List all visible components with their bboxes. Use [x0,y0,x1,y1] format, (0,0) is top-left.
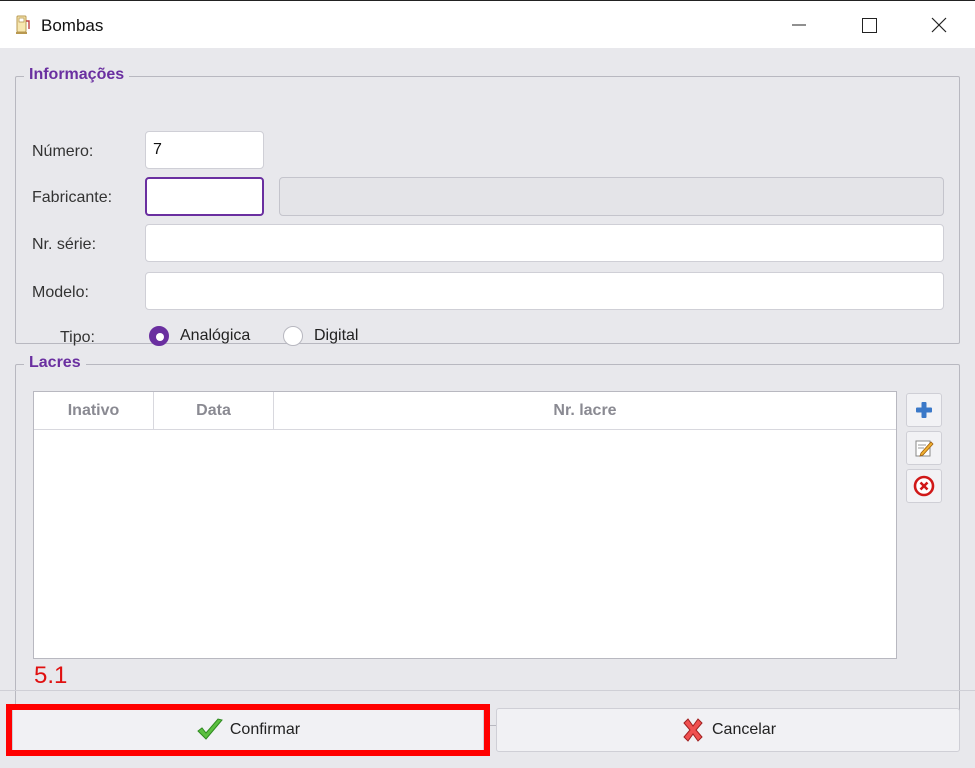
nr-serie-label: Nr. série: [32,236,97,253]
cancel-button[interactable]: Cancelar [496,708,960,752]
tipo-analogica-label[interactable]: Analógica [180,327,250,345]
minimize-button[interactable] [764,1,834,49]
pump-app-icon [16,15,30,34]
cancel-x-icon [683,718,703,742]
edit-icon [915,440,934,457]
close-button[interactable] [904,1,974,49]
fabricante-name-field [279,177,944,216]
informacoes-title: Informações [24,66,130,84]
edit-lacre-button[interactable] [906,431,942,465]
nr-serie-input[interactable] [145,224,944,262]
add-lacre-button[interactable] [906,393,942,427]
close-icon [931,17,947,33]
numero-label: Número: [32,143,94,160]
tipo-label: Tipo: [60,329,95,346]
tipo-analogica-radio[interactable] [149,326,169,346]
step-annotation: 5.1 [34,662,68,689]
delete-icon [913,475,935,497]
table-header: Inativo Data Nr. lacre [34,392,896,430]
lacres-title: Lacres [24,354,86,372]
lacres-table[interactable]: Inativo Data Nr. lacre [33,391,897,659]
lacres-group: Lacres Inativo Data Nr. lacre [15,354,960,726]
tipo-digital-radio[interactable] [283,326,303,346]
fabricante-label: Fabricante: [32,189,113,206]
tipo-digital-label[interactable]: Digital [314,327,358,345]
delete-lacre-button[interactable] [906,469,942,503]
maximize-button[interactable] [834,1,904,49]
modelo-input[interactable] [145,272,944,310]
informacoes-group: Informações Número: 7 Fabricante: Nr. sé… [15,66,960,346]
column-header-nr-lacre[interactable]: Nr. lacre [274,392,896,430]
plus-icon [916,402,932,418]
window-title: Bombas [41,16,104,35]
footer-divider [0,690,975,691]
cancel-label: Cancelar [711,721,777,738]
modelo-label: Modelo: [32,284,89,301]
highlight-box [6,704,490,756]
column-header-inativo[interactable]: Inativo [34,392,154,430]
maximize-icon [861,17,877,33]
minimize-icon [792,24,806,26]
numero-input[interactable]: 7 [145,131,264,169]
title-bar: Bombas [0,0,975,48]
fabricante-code-input[interactable] [145,177,264,216]
column-header-data[interactable]: Data [154,392,274,430]
dialog-content: Informações Número: 7 Fabricante: Nr. sé… [0,48,975,768]
